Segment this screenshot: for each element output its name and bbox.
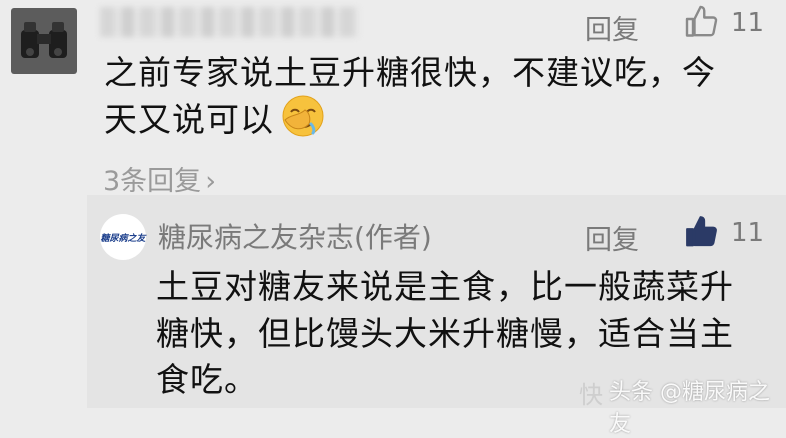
watermark-faint-text: 快 <box>579 381 603 409</box>
author-avatar[interactable]: 糖尿病之友 <box>100 214 146 260</box>
author-reply-line-2: 糖快，但比馒头大米升糖慢，适合当主 <box>156 314 734 353</box>
thumbs-up-filled-icon[interactable] <box>684 214 720 250</box>
author-reply-line-1: 土豆对糖友来说是主食，比一般蔬菜升 <box>156 267 734 306</box>
facepalm-emoji-icon <box>282 95 324 137</box>
author-avatar-logo: 糖尿病之友 <box>100 233 146 244</box>
watermark-text: 头条 @糖尿病之友 <box>609 380 770 437</box>
author-reply-line-3: 食吃。 <box>156 360 258 399</box>
author-reply-button[interactable]: 回复 <box>585 218 639 257</box>
comment-like-count: 11 <box>731 8 765 38</box>
author-like-count: 11 <box>731 218 765 248</box>
comment-reply-button[interactable]: 回复 <box>585 8 639 47</box>
view-replies-link[interactable]: 3条回复 › <box>103 159 216 198</box>
commenter-avatar[interactable] <box>11 8 77 74</box>
comment-text-line-1: 之前专家说土豆升糖很快，不建议吃，今 <box>104 53 716 92</box>
binoculars-icon <box>21 22 67 58</box>
comment-text-line-2: 天又说可以 <box>104 100 274 139</box>
replies-count-label: 3条回复 <box>103 166 202 197</box>
author-name[interactable]: 糖尿病之友杂志(作者) <box>158 216 432 256</box>
commenter-name-redacted <box>100 7 358 37</box>
thumbs-up-outline-icon[interactable] <box>684 4 720 40</box>
chevron-right-icon: › <box>205 166 216 197</box>
